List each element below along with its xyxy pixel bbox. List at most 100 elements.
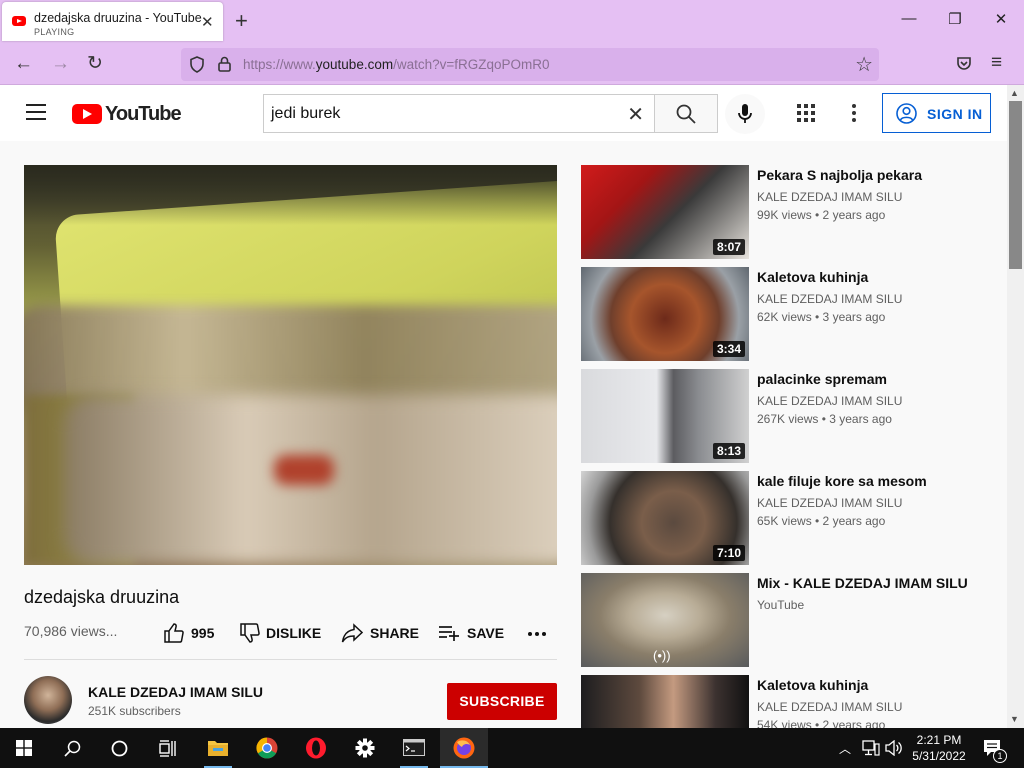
like-button[interactable]: 995 — [163, 622, 221, 644]
clear-search-icon[interactable]: ✕ — [627, 102, 644, 127]
share-button[interactable]: SHARE — [341, 622, 419, 644]
video-player[interactable] — [24, 165, 557, 565]
divider — [24, 659, 557, 660]
video-frame-detail — [274, 455, 334, 485]
search-button[interactable] — [654, 94, 718, 133]
recommendation-title[interactable]: Kaletova kuhinja — [757, 677, 868, 693]
channel-avatar[interactable] — [24, 676, 72, 724]
recommendation-channel: KALE DZEDAJ IMAM SILU — [757, 496, 903, 510]
recommendation-item-mix[interactable]: (•)) Mix - KALE DZEDAJ IMAM SILU YouTube — [581, 573, 1001, 667]
tab-close-icon[interactable]: ✕ — [201, 13, 214, 31]
notification-count-badge: 1 — [993, 749, 1007, 763]
chrome-taskbar[interactable] — [243, 728, 291, 768]
like-count: 995 — [191, 625, 215, 641]
tracking-protection-shield-icon[interactable] — [189, 56, 205, 73]
video-thumbnail[interactable]: 7:10 — [581, 471, 749, 565]
terminal-taskbar[interactable] — [390, 728, 438, 768]
file-explorer-taskbar[interactable] — [194, 728, 242, 768]
dislike-label: DISLIKE — [266, 625, 322, 641]
voice-search-button[interactable] — [725, 94, 765, 134]
recommendation-item[interactable]: 8:13 palacinke spremam KALE DZEDAJ IMAM … — [581, 369, 1001, 463]
search-taskbar-button[interactable] — [48, 728, 96, 768]
search-icon — [676, 104, 696, 124]
taskbar-clock[interactable]: 2:21 PM 5/31/2022 — [900, 732, 978, 764]
video-thumbnail[interactable]: 3:34 — [581, 267, 749, 361]
firefox-taskbar[interactable] — [440, 728, 488, 768]
pocket-icon[interactable] — [956, 56, 972, 72]
channel-name[interactable]: KALE DZEDAJ IMAM SILU — [88, 684, 263, 700]
save-label: SAVE — [467, 625, 505, 641]
recommendation-meta: 267K views • 3 years ago — [757, 412, 892, 426]
chrome-icon — [256, 737, 278, 759]
search-query: jedi burek — [271, 105, 341, 122]
maximize-button[interactable]: ❐ — [932, 10, 978, 28]
new-tab-button[interactable]: + — [235, 9, 248, 33]
back-button[interactable]: ← — [14, 53, 33, 75]
settings-taskbar[interactable] — [341, 728, 389, 768]
sign-in-button[interactable]: SIGN IN — [882, 93, 991, 133]
search-input[interactable]: jedi burek ✕ — [263, 94, 655, 133]
share-icon — [341, 623, 363, 643]
subscribe-button[interactable]: SUBSCRIBE — [447, 683, 557, 720]
cortana-button[interactable] — [96, 728, 144, 768]
settings-more-vert-icon[interactable] — [852, 104, 856, 122]
url-text[interactable]: https://www.youtube.com/watch?v=fRGZqoPO… — [243, 57, 550, 72]
recommendation-channel: KALE DZEDAJ IMAM SILU — [757, 292, 903, 306]
tab-playing-status: PLAYING — [34, 27, 75, 37]
tab-title: dzedajska druuzina - YouTube — [34, 11, 202, 25]
browser-menu-icon[interactable]: ≡ — [991, 52, 1002, 74]
recommendation-item[interactable]: 8:07 Pekara S najbolja pekara KALE DZEDA… — [581, 165, 1001, 259]
microphone-icon — [738, 104, 752, 123]
sign-in-label: SIGN IN — [927, 106, 983, 122]
recommendation-item[interactable]: Kaletova kuhinja KALE DZEDAJ IMAM SILU 5… — [581, 675, 1001, 728]
recommendation-item[interactable]: 3:34 Kaletova kuhinja KALE DZEDAJ IMAM S… — [581, 267, 1001, 361]
watch-page-content: dzedajska druuzina 70,986 views... 995 D… — [0, 141, 1007, 728]
video-thumbnail[interactable]: 8:07 — [581, 165, 749, 259]
show-hidden-icons-chevron-icon[interactable]: ︿ — [839, 740, 851, 757]
more-actions-icon[interactable] — [528, 632, 546, 636]
minimize-button[interactable]: — — [886, 10, 932, 27]
save-button[interactable]: SAVE — [438, 622, 508, 644]
video-title: dzedajska druuzina — [24, 587, 180, 607]
youtube-header: YouTube jedi burek ✕ SIGN IN — [0, 85, 1007, 141]
bookmark-star-icon[interactable]: ☆ — [855, 52, 873, 77]
account-circle-icon — [896, 103, 917, 124]
recommendation-title[interactable]: Mix - KALE DZEDAJ IMAM SILU — [757, 575, 968, 591]
lock-icon[interactable] — [218, 56, 231, 72]
forward-button[interactable]: → — [51, 53, 70, 75]
dislike-button[interactable]: DISLIKE — [239, 622, 323, 644]
terminal-icon — [403, 739, 425, 756]
scrollbar-thumb[interactable] — [1009, 101, 1022, 269]
youtube-apps-grid-icon[interactable] — [797, 104, 815, 122]
youtube-play-logo-icon — [72, 104, 102, 124]
video-thumbnail[interactable] — [581, 675, 749, 728]
recommendation-channel: KALE DZEDAJ IMAM SILU — [757, 700, 903, 714]
recommendation-title[interactable]: palacinke spremam — [757, 371, 887, 387]
browser-tab-active[interactable]: dzedajska druuzina - YouTube PLAYING ✕ — [2, 2, 223, 41]
playlist-add-icon — [439, 626, 459, 641]
duration-badge: 8:13 — [712, 443, 745, 459]
firefox-icon — [453, 737, 475, 759]
guide-menu-icon[interactable] — [26, 104, 46, 120]
youtube-logo-text: YouTube — [105, 103, 182, 125]
recommendation-title[interactable]: Kaletova kuhinja — [757, 269, 868, 285]
recommendation-title[interactable]: Pekara S najbolja pekara — [757, 167, 922, 183]
opera-taskbar[interactable] — [292, 728, 340, 768]
share-label: SHARE — [370, 625, 420, 641]
recommendation-title[interactable]: kale filuje kore sa mesom — [757, 473, 927, 489]
scroll-up-arrow-icon[interactable]: ▲ — [1010, 88, 1019, 98]
view-count[interactable]: 70,986 views... — [24, 623, 117, 639]
start-button[interactable] — [0, 728, 48, 768]
task-view-button[interactable] — [144, 728, 192, 768]
recommendation-item[interactable]: 7:10 kale filuje kore sa mesom KALE DZED… — [581, 471, 1001, 565]
address-bar[interactable]: https://www.youtube.com/watch?v=fRGZqoPO… — [181, 48, 879, 81]
browser-tab-bar: dzedajska druuzina - YouTube PLAYING ✕ +… — [0, 0, 1024, 44]
video-thumbnail[interactable]: 8:13 — [581, 369, 749, 463]
recommendation-meta: 65K views • 2 years ago — [757, 514, 886, 528]
video-thumbnail[interactable]: (•)) — [581, 573, 749, 667]
network-icon[interactable] — [862, 740, 880, 756]
scroll-down-arrow-icon[interactable]: ▼ — [1010, 714, 1019, 724]
window-close-button[interactable]: ✕ — [978, 10, 1024, 28]
thumbs-down-icon — [240, 623, 260, 643]
reload-button[interactable]: ↻ — [87, 53, 103, 75]
